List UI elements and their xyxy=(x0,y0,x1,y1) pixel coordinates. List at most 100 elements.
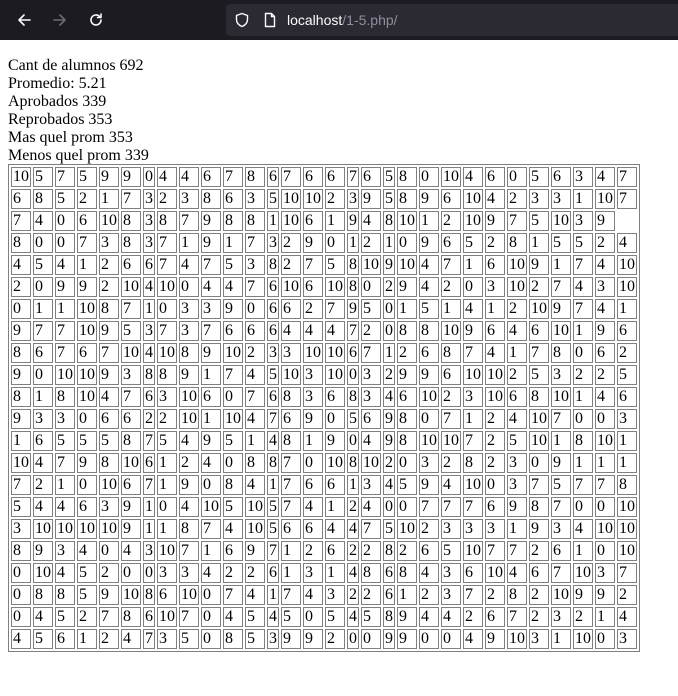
table-cell: 1 xyxy=(617,453,637,473)
table-cell: 10 xyxy=(281,365,301,385)
table-cell: 1 xyxy=(201,541,221,561)
table-cell: 2 xyxy=(507,365,527,385)
table-cell: 4 xyxy=(463,167,483,187)
table-cell: 10 xyxy=(463,365,483,385)
table-cell: 2 xyxy=(595,233,615,253)
table-cell: 6 xyxy=(267,563,279,583)
table-cell: 9 xyxy=(347,211,359,231)
reload-button[interactable] xyxy=(82,6,110,34)
table-cell: 3 xyxy=(551,365,571,385)
table-cell: 1 xyxy=(99,189,119,209)
table-cell: 1 xyxy=(617,431,637,451)
table-row: 0 8 8 5 9 10 8 6 10 0 7 4 1 7 4 3 2 2 6 1 2 3 7 2 8 2 10 9 9 2 xyxy=(11,585,637,605)
table-row: 3 10 10 10 10 9 1 1 8 7 4 10 5 6 6 4 4 7 5 10 2 3 3 3 1 9 3 4 10 10 xyxy=(11,519,637,539)
table-cell: 0 xyxy=(361,629,381,649)
table-cell: 7 xyxy=(267,409,279,429)
back-button[interactable] xyxy=(10,6,38,34)
table-cell: 7 xyxy=(245,387,265,407)
table-cell: 1 xyxy=(529,233,549,253)
table-cell: 1 xyxy=(573,387,593,407)
table-cell: 1 xyxy=(347,233,359,253)
table-cell: 7 xyxy=(223,167,243,187)
table-cell: 3 xyxy=(143,189,155,209)
table-cell: 0 xyxy=(11,607,31,627)
table-cell: 6 xyxy=(281,299,301,319)
forward-button[interactable] xyxy=(46,6,74,34)
table-cell: 2 xyxy=(573,607,593,627)
table-cell: 1 xyxy=(33,387,53,407)
table-cell: 10 xyxy=(99,211,119,231)
table-cell: 5 xyxy=(573,233,593,253)
table-cell: 1 xyxy=(573,189,593,209)
table-cell: 4 xyxy=(303,321,323,341)
table-cell: 2 xyxy=(529,277,549,297)
table-cell: 2 xyxy=(529,541,549,561)
table-cell: 5 xyxy=(55,189,75,209)
table-cell: 9 xyxy=(507,497,527,517)
table-cell: 4 xyxy=(201,563,221,583)
table-cell: 10 xyxy=(529,299,549,319)
table-cell: 3 xyxy=(245,255,265,275)
table-row: 4 5 6 1 2 4 7 3 5 0 8 5 3 9 9 2 0 0 9 9 0 0 4 9 10 3 1 10 0 3 xyxy=(11,629,637,649)
table-cell: 2 xyxy=(441,387,461,407)
table-cell: 3 xyxy=(303,563,323,583)
table-cell: 6 xyxy=(485,497,505,517)
table-cell: 5 xyxy=(551,233,571,253)
table-cell: 1 xyxy=(281,563,301,583)
table-cell: 6 xyxy=(33,431,53,451)
table-cell: 9 xyxy=(99,321,119,341)
table-cell: 10 xyxy=(441,431,461,451)
table-cell: 7 xyxy=(99,343,119,363)
table-row: 0 4 5 2 7 8 6 10 7 0 4 5 4 5 0 5 4 5 8 9 4 4 2 6 7 2 3 2 1 4 xyxy=(11,607,637,627)
table-cell: 8 xyxy=(507,233,527,253)
table-row: 1 6 5 5 5 8 7 5 4 9 5 1 4 8 1 9 0 4 9 8 10 10 7 2 5 10 1 8 10 1 xyxy=(11,431,637,451)
table-cell: 0 xyxy=(201,607,221,627)
table-cell: 2 xyxy=(485,453,505,473)
table-cell: 6 xyxy=(551,167,571,187)
table-cell: 6 xyxy=(143,453,155,473)
table-cell: 7 xyxy=(201,321,221,341)
table-cell: 3 xyxy=(347,189,359,209)
table-cell: 2 xyxy=(325,189,345,209)
table-cell: 6 xyxy=(303,211,323,231)
table-cell: 2 xyxy=(281,233,301,253)
table-cell: 9 xyxy=(397,365,417,385)
table-cell: 10 xyxy=(99,475,119,495)
table-cell: 8 xyxy=(179,519,199,539)
table-row: 10 4 7 9 8 10 6 1 2 4 0 8 8 7 0 10 8 10 2 0 3 2 8 2 3 0 9 1 1 1 xyxy=(11,453,637,473)
table-cell: 9 xyxy=(179,365,199,385)
table-cell: 7 xyxy=(551,563,571,583)
table-cell: 7 xyxy=(463,431,483,451)
table-cell: 3 xyxy=(485,277,505,297)
grades-table-wrap: 10 5 7 5 9 9 0 4 4 6 7 8 6 7 6 6 7 6 5 8 0 10 4 6 0 5 6 3 4 7 6 8 5 2 1 7 3 2… xyxy=(8,164,640,652)
table-cell: 6 xyxy=(485,607,505,627)
table-cell: 1 xyxy=(223,233,243,253)
table-cell: 2 xyxy=(383,453,395,473)
table-cell: 10 xyxy=(463,189,483,209)
table-cell: 3 xyxy=(55,541,75,561)
url-bar[interactable]: localhost/1-5.php/ xyxy=(226,4,678,36)
table-cell: 8 xyxy=(551,343,571,363)
table-cell: 1 xyxy=(267,475,279,495)
table-cell: 6 xyxy=(267,167,279,187)
table-cell: 7 xyxy=(121,387,141,407)
table-cell: 0 xyxy=(33,277,53,297)
url-text[interactable]: localhost/1-5.php/ xyxy=(287,12,398,28)
table-cell: 8 xyxy=(121,211,141,231)
table-cell: 10 xyxy=(551,321,571,341)
table-cell: 7 xyxy=(179,211,199,231)
table-cell: 2 xyxy=(99,629,119,649)
table-cell: 6 xyxy=(463,563,483,583)
page-icon[interactable] xyxy=(262,12,278,28)
table-cell: 2 xyxy=(507,189,527,209)
table-cell: 1 xyxy=(157,453,177,473)
table-cell: 8 xyxy=(529,387,549,407)
table-cell: 0 xyxy=(573,497,593,517)
table-cell: 9 xyxy=(121,519,141,539)
table-cell: 8 xyxy=(383,541,395,561)
table-cell: 8 xyxy=(397,409,417,429)
table-cell: 9 xyxy=(201,233,221,253)
shield-icon[interactable] xyxy=(234,12,250,28)
table-cell: 10 xyxy=(303,343,323,363)
table-cell: 0 xyxy=(303,607,323,627)
